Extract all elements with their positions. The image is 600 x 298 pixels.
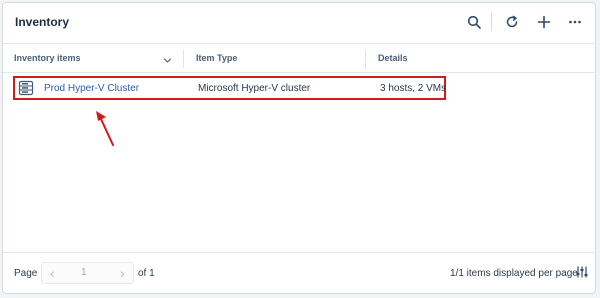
column-header-inventory-items[interactable]: Inventory items (14, 53, 81, 63)
header-divider (491, 13, 492, 31)
arrow-annotation (91, 107, 121, 154)
table-row[interactable]: Prod Hyper-V Cluster Microsoft Hyper-V c… (13, 76, 446, 100)
page-number-input[interactable]: 1 (81, 267, 87, 278)
search-icon[interactable] (463, 11, 485, 33)
column-divider[interactable] (183, 50, 184, 68)
column-settings-icon[interactable] (575, 265, 589, 284)
page-label: Page (14, 268, 38, 279)
chevron-right-icon[interactable]: › (120, 265, 125, 281)
page-title: Inventory (15, 15, 70, 29)
add-icon[interactable] (533, 11, 555, 33)
page-selector[interactable]: ‹ 1 › (41, 262, 134, 284)
pagination-footer: Page ‹ 1 › of 1 1/1 items displayed per … (3, 252, 595, 293)
sort-chevron-icon[interactable] (163, 52, 172, 70)
items-per-page-label: 1/1 items displayed per page (450, 268, 578, 279)
item-type-cell: Microsoft Hyper-V cluster (198, 83, 311, 94)
item-name-link[interactable]: Prod Hyper-V Cluster (44, 83, 139, 94)
panel-header: Inventory (3, 3, 595, 44)
column-divider[interactable] (365, 50, 366, 68)
inventory-panel: Inventory Inventory items Item Type Deta… (2, 2, 596, 294)
page-count-label: of 1 (138, 268, 155, 279)
refresh-icon[interactable] (501, 11, 523, 33)
item-details-cell: 3 hosts, 2 VMs (380, 83, 447, 94)
server-icon (18, 80, 34, 101)
table-header: Inventory items Item Type Details (3, 44, 595, 73)
column-header-item-type[interactable]: Item Type (196, 53, 237, 63)
column-header-details[interactable]: Details (378, 53, 408, 63)
chevron-left-icon[interactable]: ‹ (50, 265, 55, 281)
more-icon[interactable] (564, 11, 586, 33)
